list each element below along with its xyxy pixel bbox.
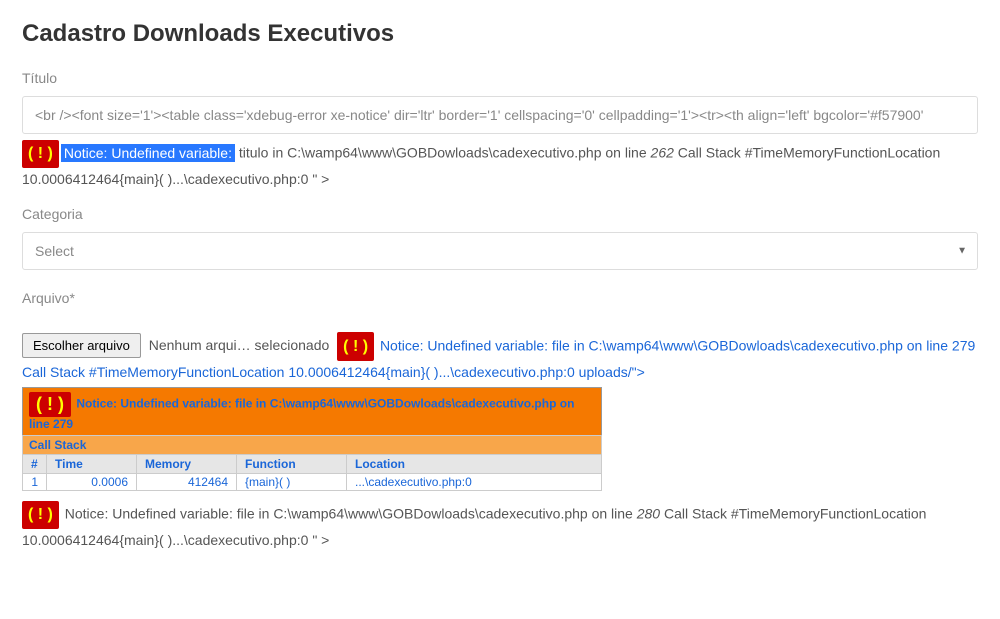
warning-icon: ( ! ) — [29, 392, 71, 417]
categoria-select-wrap[interactable]: Select ▼ — [22, 232, 978, 270]
warning-icon: ( ! ) — [22, 140, 59, 168]
xdebug-error-table: ( ! ) Notice: Undefined variable: file i… — [22, 387, 602, 491]
xdebug-header: ( ! ) Notice: Undefined variable: file i… — [23, 387, 602, 435]
categoria-select[interactable]: Select — [23, 233, 977, 269]
titulo-input[interactable] — [22, 96, 978, 134]
error-line-number: 279 — [952, 337, 975, 353]
col-location: Location — [347, 454, 602, 473]
col-time: Time — [47, 454, 137, 473]
file-status-text: Nenhum arqui… selecionado — [149, 337, 330, 353]
warning-icon: ( ! ) — [22, 501, 59, 529]
callstack-label: Call Stack — [23, 435, 602, 454]
cell-time: 0.0006 — [47, 473, 137, 490]
col-num: # — [23, 454, 47, 473]
cell-loc: ...\cadexecutivo.php:0 — [347, 473, 602, 490]
choose-file-button[interactable]: Escolher arquivo — [22, 333, 141, 358]
xdebug-header-text: Notice: Undefined variable: file in C:\w… — [29, 397, 574, 431]
col-memory: Memory — [137, 454, 237, 473]
error-line-number: 262 — [651, 145, 674, 161]
cell-func: {main}( ) — [237, 473, 347, 490]
error-text: titulo in C:\wamp64\www\GOBDowloads\cade… — [235, 145, 651, 161]
cell-num: 1 — [23, 473, 47, 490]
titulo-label: Título — [22, 70, 978, 86]
col-function: Function — [237, 454, 347, 473]
warning-icon: ( ! ) — [337, 332, 374, 361]
table-row: 1 0.0006 412464 {main}( ) ...\cadexecuti… — [23, 473, 602, 490]
cell-memory: 412464 — [137, 473, 237, 490]
error-line-number: 280 — [637, 505, 660, 521]
error-text: Notice: Undefined variable: file in C:\w… — [65, 505, 637, 521]
page-title: Cadastro Downloads Executivos — [22, 20, 978, 48]
error-file-280: ( ! ) Notice: Undefined variable: file i… — [22, 501, 978, 551]
categoria-label: Categoria — [22, 206, 978, 222]
notice-highlight: Notice: Undefined variable: — [61, 144, 235, 162]
error-titulo: ( ! )Notice: Undefined variable: titulo … — [22, 140, 978, 190]
arquivo-label: Arquivo* — [22, 290, 978, 306]
